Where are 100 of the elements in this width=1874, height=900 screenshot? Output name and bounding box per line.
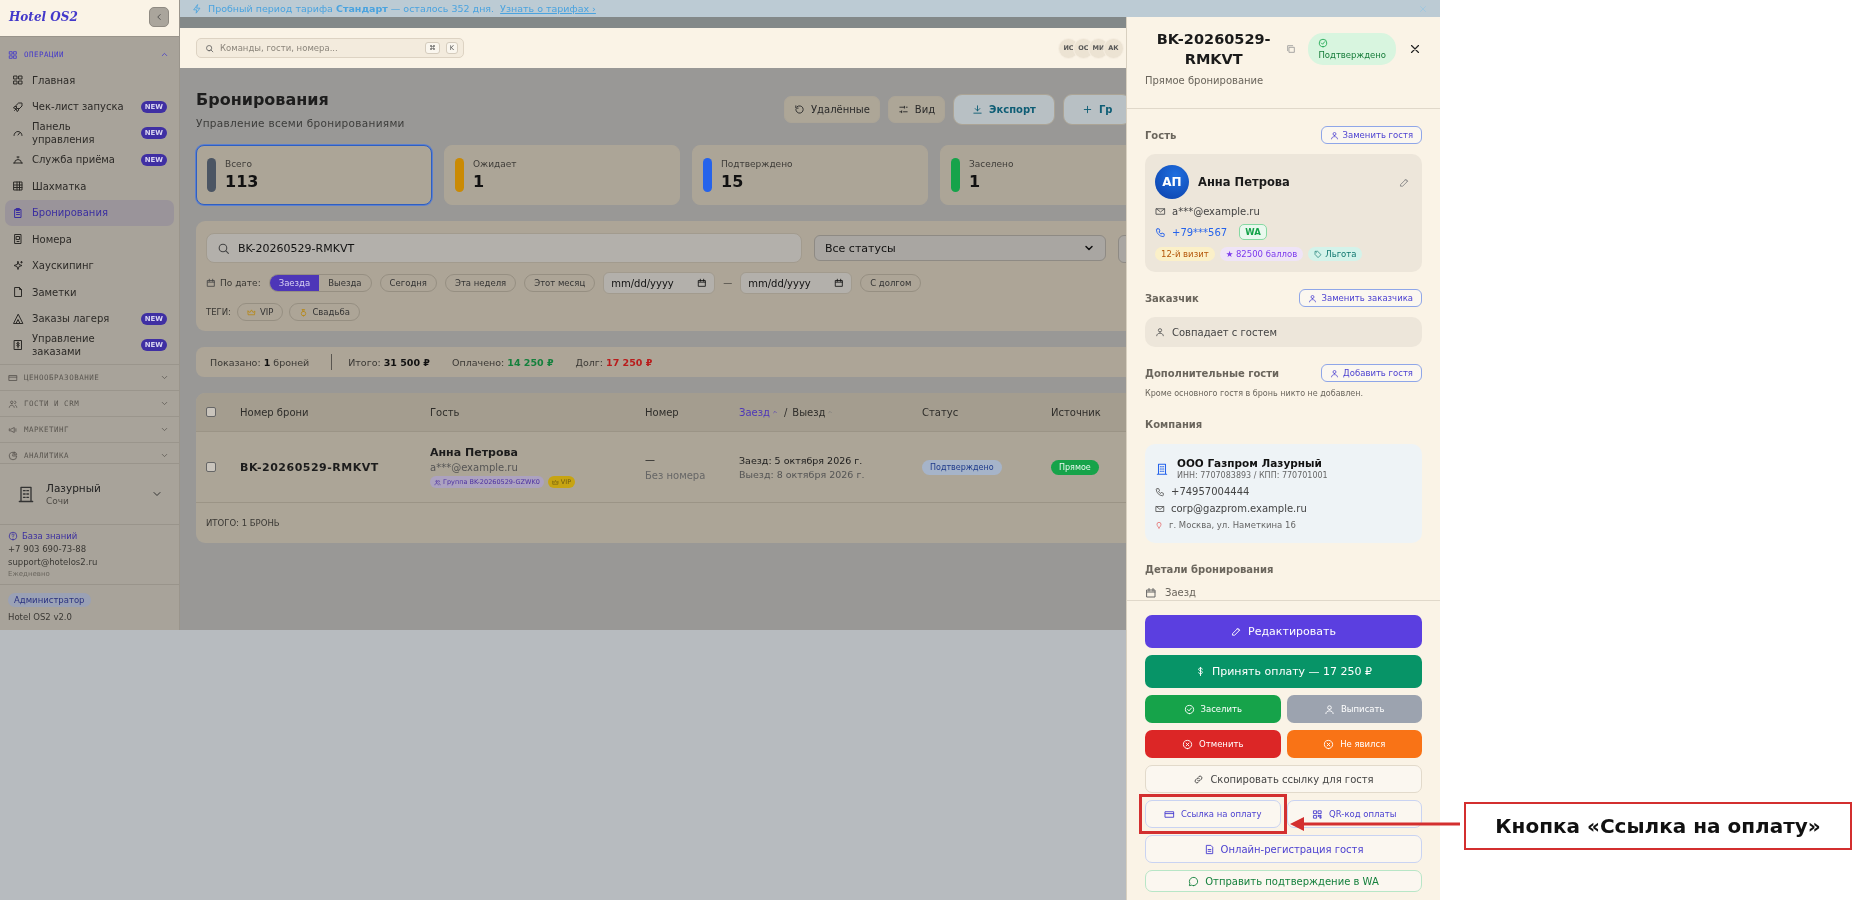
create-button[interactable]: Гр: [1062, 94, 1126, 125]
mail-icon: [1155, 503, 1165, 514]
summary-figure: Оплачено: 14 250 ₽: [452, 356, 554, 368]
replace-customer-button[interactable]: Заменить заказчика: [1299, 289, 1422, 307]
file-icon: [12, 286, 24, 298]
app-logo: Hotel OS2: [9, 10, 78, 24]
chevron-left-icon: [154, 12, 164, 22]
knowledge-base-link[interactable]: База знаний: [8, 531, 171, 541]
pie-chart-icon: [8, 450, 18, 461]
date-mode-toggle[interactable]: Заезда: [269, 275, 320, 291]
stat-card[interactable]: Заселено 1: [940, 145, 1126, 205]
row-checkbox[interactable]: [206, 462, 216, 472]
company-email: corp@gazprom.example.ru: [1171, 503, 1307, 514]
column-header: Источник: [1051, 406, 1102, 418]
messenger-badge[interactable]: WA: [1239, 224, 1267, 240]
guest-phone[interactable]: +79***567: [1172, 226, 1228, 238]
stat-label: Всего: [225, 159, 253, 169]
ring-icon: [299, 307, 309, 317]
page-title: Бронирования: [196, 90, 330, 109]
column-header: Гость: [430, 406, 461, 418]
column-header: Номер брони: [240, 406, 310, 418]
select-all-checkbox[interactable]: [206, 407, 216, 417]
edit-guest-button[interactable]: [1399, 176, 1410, 188]
summary-figure: Показано: 1 броней: [210, 356, 310, 368]
sortable-column-header[interactable]: Выезд: [792, 406, 835, 418]
stat-card[interactable]: Подтверждено 15: [692, 145, 928, 205]
collapse-sidebar-button[interactable]: [149, 7, 169, 27]
tags-label: ТЕГИ:: [206, 307, 231, 317]
trial-message: Пробный период тарифа Стандарт — осталось 352 дня.: [208, 3, 495, 14]
hotel-selector[interactable]: Лазурный Сочи: [0, 463, 179, 525]
send-confirmation-button[interactable]: Отправить подтверждение в WA: [1145, 870, 1422, 892]
payment-link-button[interactable]: Ссылка на оплату: [1145, 800, 1281, 828]
source-pill: Прямое: [1051, 459, 1099, 475]
user-icon: [1324, 703, 1335, 715]
copy-button[interactable]: [1286, 44, 1297, 54]
nav-item[interactable]: Номера: [5, 226, 174, 252]
stat-card[interactable]: Ожидает 1: [444, 145, 680, 205]
cancel-button[interactable]: Отменить: [1145, 730, 1281, 758]
date-from-field[interactable]: mm/dd/yyyy: [603, 272, 716, 294]
tag-icon: [1314, 250, 1323, 258]
user-icon: [1308, 293, 1318, 303]
stat-label: Ожидает: [473, 159, 517, 169]
guest-tag: 12-й визит: [1155, 247, 1215, 261]
copy-link-button[interactable]: Скопировать ссылку для гостя: [1145, 765, 1422, 793]
online-registration-button[interactable]: Онлайн-регистрация гостя: [1145, 835, 1422, 863]
company-address: г. Москва, ул. Наметкина 16: [1169, 520, 1296, 530]
grid-icon: [8, 49, 18, 60]
building-icon: [16, 484, 36, 504]
export-button[interactable]: Экспорт: [953, 94, 1055, 125]
nav-item[interactable]: Заметки: [5, 279, 174, 305]
stat-card[interactable]: Всего 113: [196, 145, 432, 205]
company-phone: +74957004444: [1171, 486, 1250, 497]
stat-value: 15: [721, 172, 745, 191]
caret-icon: [770, 408, 779, 416]
stat-value: 1: [473, 172, 486, 191]
sortable-column-header[interactable]: Заезд: [739, 406, 779, 418]
section-title: Компания: [1145, 418, 1203, 430]
grid-icon: [12, 74, 24, 86]
close-button[interactable]: [1408, 42, 1422, 56]
edit-icon: [1399, 176, 1410, 188]
column-header: Номер: [645, 406, 680, 418]
status-select[interactable]: Все статусы: [814, 235, 1106, 261]
nav-item[interactable]: Шахматка: [5, 173, 174, 199]
nav-item[interactable]: Главная: [5, 67, 174, 93]
booking-title: BK-20260529-RMKVT: [1155, 30, 1272, 69]
page-subtitle: Управление всеми бронированиями: [196, 117, 406, 129]
nav-item[interactable]: Бронирования: [5, 199, 174, 226]
support-phone: +7 903 690-73-88: [8, 544, 88, 554]
add-guest-button[interactable]: Добавить гостя: [1321, 364, 1422, 382]
restore-button[interactable]: Удалённые: [784, 96, 880, 123]
section-title: Дополнительные гости: [1145, 367, 1280, 379]
stat-label: Заселено: [969, 159, 1014, 169]
column-header: Статус: [922, 406, 960, 418]
download-icon: [972, 104, 984, 115]
calendar-icon: [697, 278, 708, 288]
replace-guest-button[interactable]: Заменить гостя: [1320, 126, 1422, 144]
guest-avatar: АП: [1155, 165, 1189, 199]
room-value: —: [645, 453, 656, 465]
booking-type: Прямое бронирование: [1145, 75, 1265, 86]
edit-button[interactable]: Редактировать: [1145, 615, 1422, 648]
mail-icon: [1155, 206, 1166, 217]
accept-payment-button[interactable]: Принять оплату — 17 250 ₽: [1145, 655, 1422, 688]
date-to-field[interactable]: mm/dd/yyyy: [740, 272, 853, 294]
phone-icon: [1155, 486, 1165, 497]
booking-number[interactable]: BK-20260529-RMKVT: [240, 460, 430, 474]
booking-search-field[interactable]: BK-20260529-RMKVT: [206, 233, 802, 263]
chevron-down-icon: [160, 425, 169, 434]
view-button[interactable]: Вид: [887, 96, 946, 123]
check-in-date: Заезд: 5 октября 2026 г.: [739, 454, 864, 466]
table-icon: [12, 180, 24, 192]
check-in-button[interactable]: Заселить: [1145, 695, 1281, 723]
document-icon: [1203, 843, 1215, 855]
nav-item[interactable]: Хаускипинг: [5, 252, 174, 279]
range-separator: —: [723, 278, 733, 288]
date-mode-toggle[interactable]: Выезда: [319, 275, 371, 291]
qr-code-icon: [1312, 808, 1324, 820]
chat-icon: [1188, 875, 1200, 887]
search-icon: [217, 241, 230, 255]
summary-figure: Итого: 31 500 ₽: [348, 356, 430, 368]
qr-code-button[interactable]: QR-код оплаты: [1286, 800, 1422, 828]
